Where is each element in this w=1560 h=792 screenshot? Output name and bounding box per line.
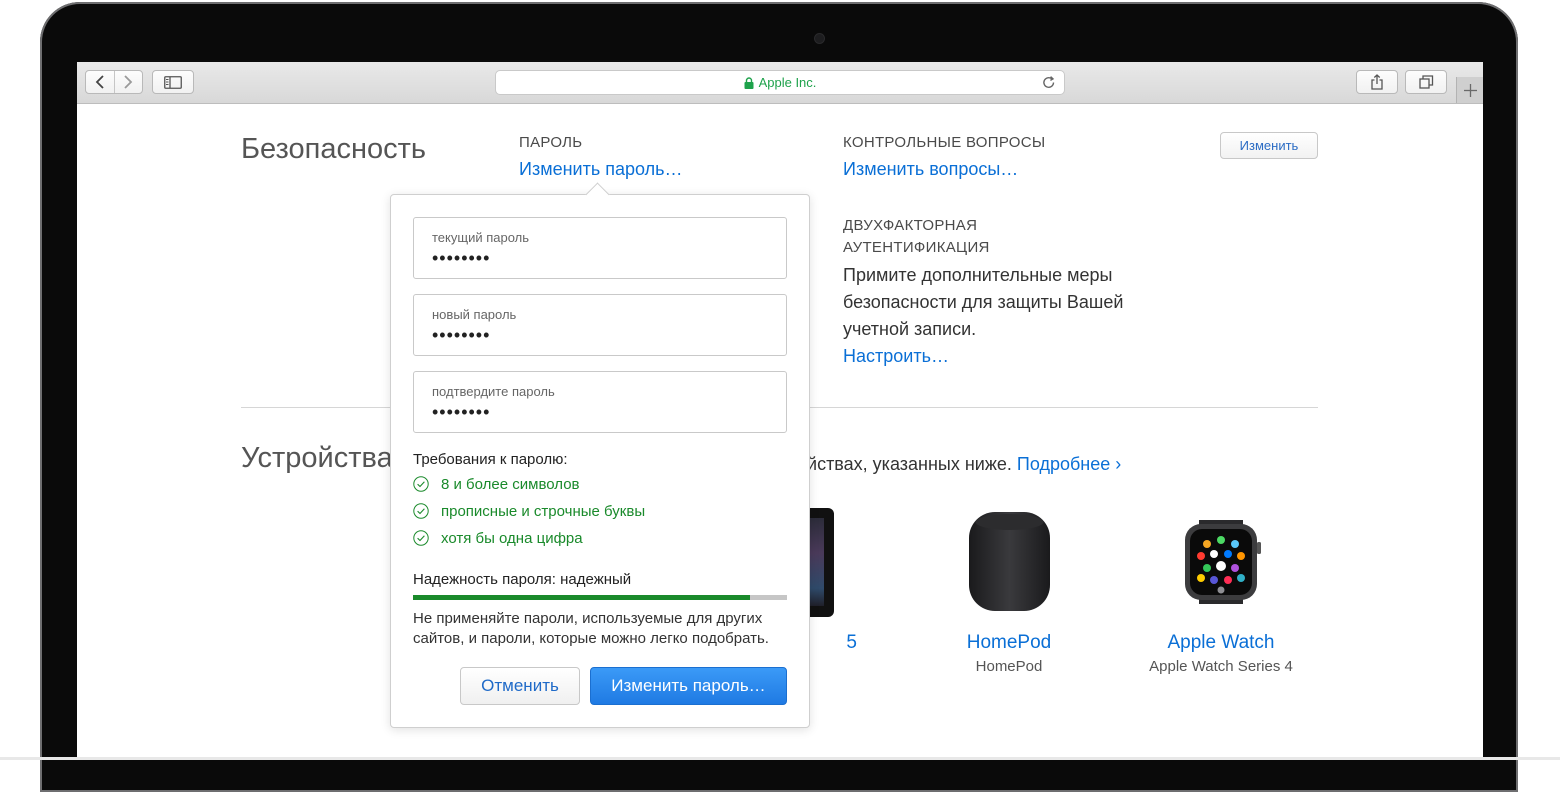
change-questions-link[interactable]: Изменить вопросы…	[843, 159, 1018, 180]
two-factor-text-line2: безопасности для защиты Вашей	[843, 292, 1124, 312]
tabs-icon	[1418, 75, 1433, 89]
confirm-password-field[interactable]: подтвердите пароль ••••••••	[413, 371, 787, 433]
tabs-overview-button[interactable]	[1405, 70, 1447, 94]
popover-arrow	[585, 182, 610, 207]
requirement-item: прописные и строчные буквы	[413, 500, 645, 522]
setup-two-factor-link[interactable]: Настроить…	[843, 346, 949, 367]
two-factor-label-line1: ДВУХФАКТОРНАЯ	[843, 217, 978, 234]
new-password-placeholder: новый пароль	[432, 307, 517, 322]
plus-icon	[1464, 83, 1477, 97]
check-circle-icon	[413, 530, 429, 546]
requirements-title: Требования к паролю:	[413, 451, 568, 468]
sidebar-button[interactable]	[152, 70, 194, 94]
check-circle-icon	[413, 476, 429, 492]
camera	[815, 34, 824, 43]
devices-heading: Устройства	[241, 442, 393, 474]
chevron-left-icon	[95, 75, 104, 89]
security-heading: Безопасность	[241, 133, 426, 165]
sidebar-icon	[164, 75, 182, 89]
current-password-placeholder: текущий пароль	[432, 230, 530, 245]
share-icon	[1371, 74, 1383, 90]
password-note: Не применяйте пароли, используемые для д…	[413, 610, 769, 647]
browser-toolbar: Apple Inc.	[77, 62, 1483, 104]
chevron-right-icon	[124, 75, 133, 89]
device-name-homepod[interactable]: HomePod	[909, 632, 1109, 654]
device-model-homepod: HomePod	[975, 658, 1043, 675]
nav-buttons	[85, 70, 143, 94]
lock-icon	[744, 76, 754, 89]
back-button[interactable]	[86, 71, 114, 93]
homepod-icon	[969, 512, 1050, 611]
ipad-image[interactable]	[810, 508, 834, 617]
devices-intro: ойствах, указанных ниже. Подробнее ›	[797, 451, 1121, 478]
password-label: ПАРОЛЬ	[519, 134, 583, 151]
confirm-password-value: ••••••••	[432, 402, 491, 422]
apple-watch-image[interactable]	[1183, 520, 1263, 604]
new-password-value: ••••••••	[432, 325, 491, 345]
current-password-value: ••••••••	[432, 248, 491, 268]
two-factor-label-line2: АУТЕНТИФИКАЦИЯ	[843, 239, 990, 256]
learn-more-link[interactable]: Подробнее ›	[1017, 454, 1121, 474]
password-strength-label: Надежность пароля: надежный	[413, 571, 632, 588]
homepod-image[interactable]	[968, 512, 1051, 612]
cancel-button[interactable]: Отменить	[460, 667, 580, 705]
forward-button[interactable]	[113, 71, 143, 93]
devices-intro-text: ойствах, указанных ниже.	[797, 454, 1012, 474]
device-name-apple-watch[interactable]: Apple Watch	[1121, 632, 1321, 654]
requirement-text: прописные и строчные буквы	[441, 502, 646, 520]
change-password-link[interactable]: Изменить пароль…	[519, 159, 682, 180]
change-password-popover: текущий пароль •••••••• новый пароль •••…	[390, 182, 810, 728]
edit-button[interactable]: Изменить	[1220, 132, 1318, 159]
password-strength-meter	[413, 595, 787, 600]
two-factor-text-line1: Примите дополнительные меры	[843, 265, 1113, 285]
current-password-field[interactable]: текущий пароль ••••••••	[413, 217, 787, 279]
password-strength-fill	[413, 595, 750, 600]
new-tab-button[interactable]	[1456, 77, 1483, 103]
submit-change-password-button[interactable]: Изменить пароль…	[590, 667, 787, 705]
share-button[interactable]	[1356, 70, 1398, 94]
requirement-text: хотя бы одна цифра	[441, 529, 583, 547]
security-questions-label: КОНТРОЛЬНЫЕ ВОПРОСЫ	[843, 134, 1046, 151]
requirement-item: хотя бы одна цифра	[413, 527, 583, 549]
address-text: Apple Inc.	[758, 75, 817, 90]
device-model-apple-watch: Apple Watch Series 4	[1149, 658, 1293, 675]
requirement-text: 8 и более символов	[441, 475, 580, 493]
reload-icon[interactable]	[1042, 75, 1056, 90]
apple-watch-icon	[1185, 520, 1261, 604]
two-factor-text-line3: учетной записи.	[843, 319, 977, 339]
address-bar[interactable]: Apple Inc.	[495, 70, 1065, 95]
requirement-item: 8 и более символов	[413, 473, 580, 495]
check-circle-icon	[413, 503, 429, 519]
confirm-password-placeholder: подтвердите пароль	[432, 384, 555, 399]
new-password-field[interactable]: новый пароль ••••••••	[413, 294, 787, 356]
browser-window: Apple Inc. Безопасность ПАРОЛЬ Изменить …	[77, 62, 1483, 760]
